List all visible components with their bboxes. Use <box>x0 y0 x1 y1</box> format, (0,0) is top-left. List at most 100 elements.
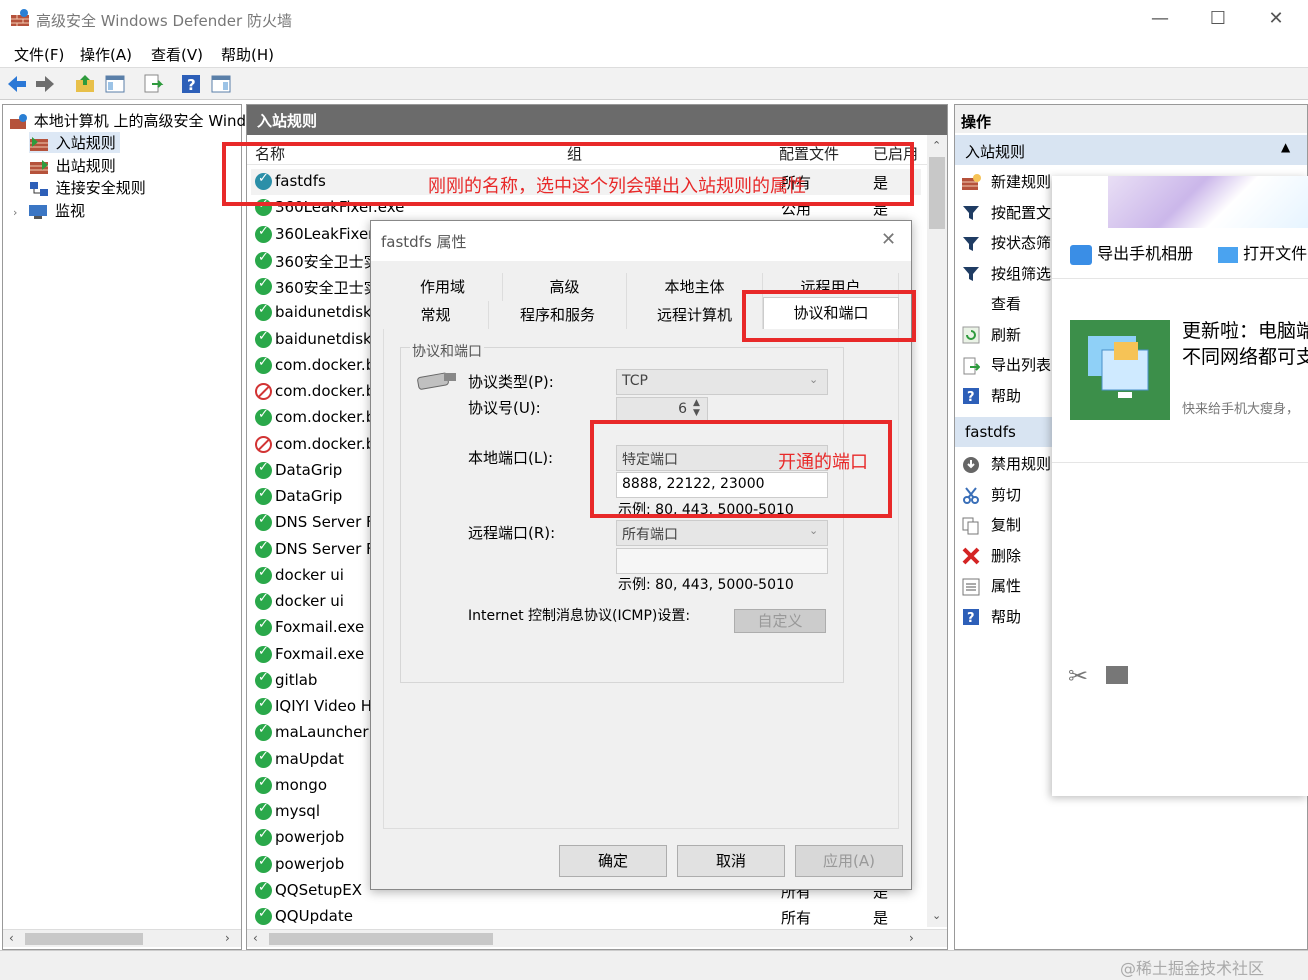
allowed-check-icon <box>255 670 272 689</box>
scroll-down-icon[interactable]: ⌄ <box>932 909 941 922</box>
allowed-check-icon <box>255 749 272 768</box>
ok-button[interactable]: 确定 <box>559 845 667 877</box>
tree-horizontal-scrollbar[interactable]: ‹ › <box>3 929 241 947</box>
scroll-thumb[interactable] <box>25 933 143 945</box>
apply-button[interactable]: 应用(A) <box>795 845 903 877</box>
tree-pane: 本地计算机 上的高级安全 Wind 入站规则 出站规则 连接安全规则 › 监视 … <box>2 104 246 950</box>
action-item[interactable]: 导出列表 <box>961 354 1051 375</box>
promo-note: 快来给手机大瘦身， <box>1182 402 1300 417</box>
scroll-right-icon[interactable]: › <box>909 931 914 945</box>
menu-bar: 文件(F) 操作(A) 查看(V) 帮助(H) <box>0 38 1308 68</box>
dialog-title-bar: fastdfs 属性 ✕ <box>371 221 911 261</box>
menu-help[interactable]: 帮助(H) <box>221 44 274 65</box>
export-icon[interactable] <box>142 73 164 95</box>
scroll-left-icon[interactable]: ‹ <box>253 931 258 945</box>
action-item[interactable]: 按组筛选 <box>961 263 1051 284</box>
show-action-pane-icon[interactable] <box>210 73 232 95</box>
tree-item-connection-security[interactable]: 连接安全规则 <box>29 177 146 198</box>
action-item-label: 帮助 <box>991 386 1022 405</box>
remote-port-select[interactable]: 所有端口 ⌄ <box>616 520 828 546</box>
maximize-button[interactable]: ☐ <box>1198 8 1238 32</box>
collapse-arrow-icon[interactable]: ▲ <box>1281 140 1290 154</box>
expand-arrow-icon[interactable]: › <box>13 206 17 219</box>
action-item[interactable]: 禁用规则 <box>961 453 1051 474</box>
close-button[interactable]: ✕ <box>1256 8 1296 32</box>
divider <box>1052 278 1308 279</box>
folder-icon <box>1218 246 1238 263</box>
allowed-check-icon <box>255 486 272 505</box>
scroll-thumb[interactable] <box>269 933 493 945</box>
vertical-scroll-thumb[interactable] <box>929 157 945 229</box>
action-item[interactable]: 按状态筛 <box>961 232 1051 253</box>
tree-item-outbound[interactable]: 出站规则 <box>29 155 116 176</box>
allowed-check-icon <box>255 250 272 269</box>
open-file-button[interactable]: 打开文件 <box>1218 240 1307 264</box>
allowed-check-icon <box>255 302 272 322</box>
action-item[interactable]: 属性 <box>961 575 1021 596</box>
scroll-up-icon[interactable]: ⌃ <box>932 139 941 152</box>
menu-file[interactable]: 文件(F) <box>14 44 64 65</box>
rule-name: 360LeakFixer. <box>275 224 378 243</box>
tab-general[interactable]: 常规 <box>383 301 489 329</box>
allowed-check-icon <box>255 224 272 243</box>
window-title: 高级安全 Windows Defender 防火墙 <box>36 12 292 30</box>
scroll-left-icon[interactable]: ‹ <box>9 931 14 945</box>
folder-up-icon[interactable] <box>74 73 96 95</box>
action-item[interactable]: 剪切 <box>961 484 1021 505</box>
tab-programs-services[interactable]: 程序和服务 <box>489 301 627 329</box>
rule-name: docker ui <box>275 565 344 584</box>
action-item[interactable]: ? 帮助 <box>961 385 1021 406</box>
protocol-number-stepper[interactable]: 6 ▲ ▼ <box>616 397 708 421</box>
action-item-label: 复制 <box>991 516 1022 534</box>
action-item[interactable]: ? 帮助 <box>961 606 1021 627</box>
icmp-label: Internet 控制消息协议(ICMP)设置: <box>468 608 691 624</box>
action-item[interactable]: 查看 <box>961 293 1021 314</box>
remote-port-input[interactable] <box>616 548 828 574</box>
rule-name: com.docker.ba <box>275 355 385 374</box>
protocol-type-select[interactable]: TCP ⌄ <box>616 369 828 395</box>
filter-icon <box>961 235 981 253</box>
action-item-label: 禁用规则 <box>991 455 1052 473</box>
vertical-scrollbar[interactable]: ⌃ ⌄ <box>927 135 947 927</box>
rule-name: baidunetdiskh <box>275 329 382 348</box>
action-item-label: 查看 <box>991 295 1022 313</box>
action-item[interactable]: 复制 <box>961 514 1021 535</box>
tree-root-label: 本地计算机 上的高级安全 Wind <box>33 112 247 130</box>
minimize-button[interactable]: — <box>1140 8 1180 32</box>
action-item[interactable]: 刷新 <box>961 324 1021 345</box>
actions-section-inbound-label: 入站规则 <box>965 143 1026 161</box>
forward-icon[interactable] <box>34 73 56 95</box>
action-item[interactable]: 新建规则 <box>961 171 1051 192</box>
promo-subtitle: 不同网络都可支 <box>1182 346 1308 368</box>
help-icon[interactable]: ? <box>180 73 202 95</box>
scroll-right-icon[interactable]: › <box>225 931 230 945</box>
show-tree-icon[interactable] <box>104 73 126 95</box>
open-file-label: 打开文件 <box>1243 244 1308 263</box>
allowed-check-icon <box>255 591 272 610</box>
customize-button[interactable]: 自定义 <box>734 609 826 633</box>
center-horizontal-scrollbar[interactable]: ‹ › <box>247 929 947 947</box>
rule-name: baidunetdiskh <box>275 303 382 322</box>
tab-scope[interactable]: 作用域 <box>383 273 503 301</box>
actions-section-inbound[interactable]: 入站规则 ▲ <box>955 135 1307 165</box>
menu-action[interactable]: 操作(A) <box>80 44 132 65</box>
tree-item-inbound[interactable]: 入站规则 <box>29 132 120 153</box>
rule-name: maLauncher <box>275 723 369 742</box>
action-item[interactable]: 按配置文 <box>961 202 1051 223</box>
menu-view[interactable]: 查看(V) <box>151 44 203 65</box>
folder-icon[interactable] <box>1106 666 1128 684</box>
scissors-icon[interactable]: ✂ <box>1068 662 1088 690</box>
tree-item-monitor[interactable]: › 监视 <box>13 200 85 221</box>
dialog-close-icon[interactable]: ✕ <box>881 229 896 250</box>
tab-advanced[interactable]: 高级 <box>503 273 627 301</box>
promo-image <box>1070 320 1170 420</box>
back-icon[interactable] <box>6 73 28 95</box>
table-row[interactable]: QQUpdate 所有 是 <box>251 904 921 930</box>
dialog-title: fastdfs 属性 <box>381 233 467 251</box>
cancel-button[interactable]: 取消 <box>677 845 785 877</box>
properties-icon <box>961 578 981 596</box>
tree-root[interactable]: 本地计算机 上的高级安全 Wind <box>9 110 246 131</box>
stepper-arrows-icon[interactable]: ▲ ▼ <box>693 398 700 418</box>
export-album-button[interactable]: 导出手机相册 <box>1070 240 1193 265</box>
action-item[interactable]: 删除 <box>961 545 1021 566</box>
